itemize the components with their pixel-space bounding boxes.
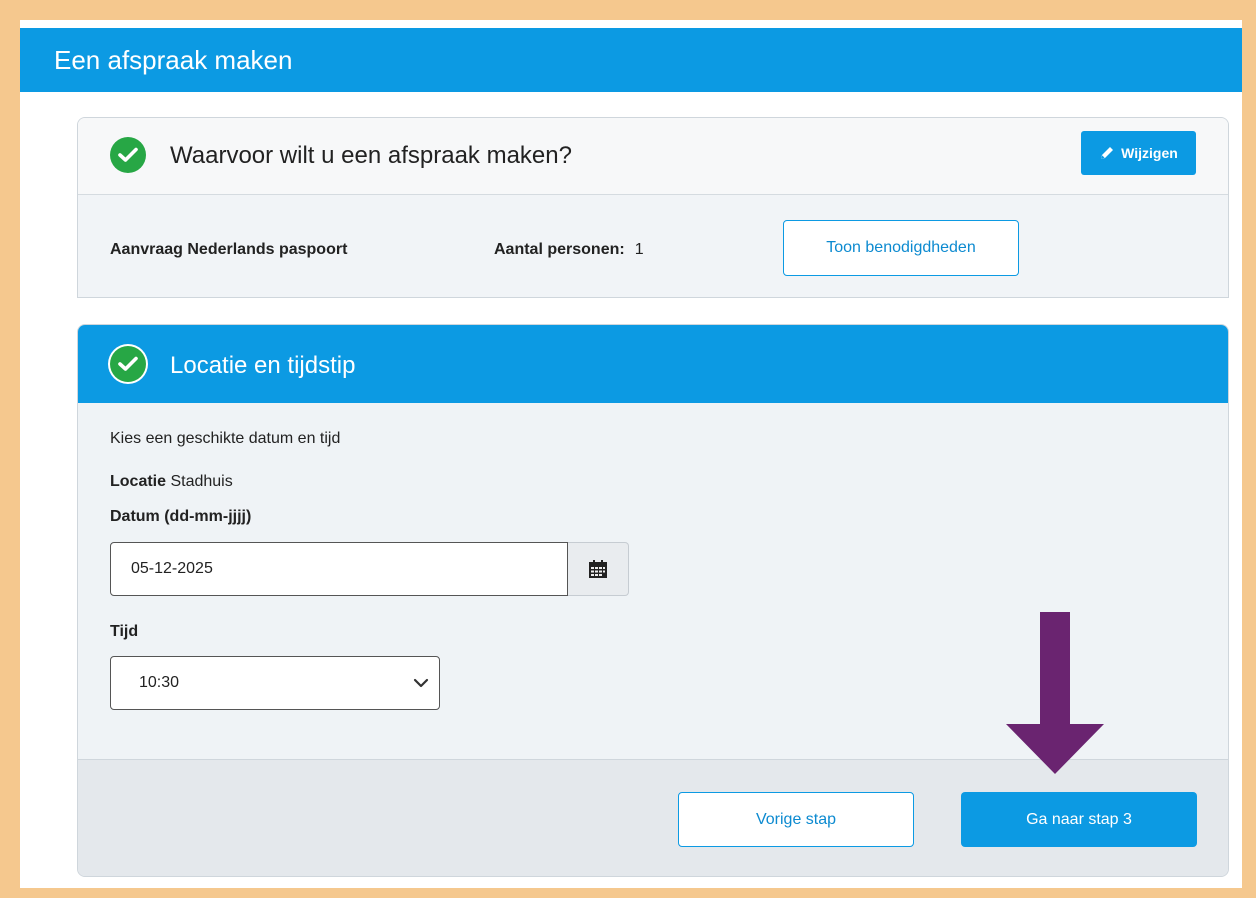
time-value: 10:30 xyxy=(139,674,180,691)
edit-button[interactable]: Wijzigen xyxy=(1081,131,1196,175)
location-line: Locatie Stadhuis xyxy=(110,473,233,491)
check-icon xyxy=(110,346,146,382)
check-icon xyxy=(110,137,146,173)
persons-count: Aantal personen: 1 xyxy=(494,241,644,259)
date-input[interactable]: 05-12-2025 xyxy=(110,542,568,596)
date-picker: 05-12-2025 xyxy=(110,542,629,596)
time-select[interactable]: 10:30 xyxy=(110,656,440,710)
calendar-icon xyxy=(589,560,607,578)
next-step-button[interactable]: Ga naar stap 3 xyxy=(961,792,1197,847)
step1-card: Waarvoor wilt u een afspraak maken? Wijz… xyxy=(77,117,1229,298)
step1-title: Waarvoor wilt u een afspraak maken? xyxy=(170,142,572,169)
pencil-icon xyxy=(1101,147,1114,159)
time-label: Tijd xyxy=(110,623,139,640)
chevron-down-icon xyxy=(413,678,429,688)
show-requirements-button[interactable]: Toon benodigdheden xyxy=(783,220,1019,276)
previous-step-button[interactable]: Vorige stap xyxy=(678,792,914,847)
down-arrow-annotation xyxy=(1006,612,1104,774)
edit-button-label: Wijzigen xyxy=(1121,145,1178,161)
selected-service: Aanvraag Nederlands paspoort xyxy=(110,241,348,258)
step1-header: Waarvoor wilt u een afspraak maken? Wijz… xyxy=(78,118,1228,195)
step1-summary: Aanvraag Nederlands paspoort Aantal pers… xyxy=(78,195,1228,297)
persons-label: Aantal personen: xyxy=(494,241,625,258)
step2-footer: Vorige stap Ga naar stap 3 xyxy=(78,759,1228,876)
step2-intro: Kies een geschikte datum en tijd xyxy=(110,430,341,447)
persons-value: 1 xyxy=(634,241,644,258)
step2-title: Locatie en tijdstip xyxy=(170,352,356,379)
step2-card: Locatie en tijdstip Kies een geschikte d… xyxy=(77,324,1229,877)
page-title: Een afspraak maken xyxy=(20,28,1242,92)
step2-header: Locatie en tijdstip xyxy=(78,325,1228,403)
location-value: Stadhuis xyxy=(170,473,233,490)
location-label: Locatie xyxy=(110,473,167,490)
calendar-button[interactable] xyxy=(568,542,629,596)
date-label: Datum (dd-mm-jjjj) xyxy=(110,508,252,525)
